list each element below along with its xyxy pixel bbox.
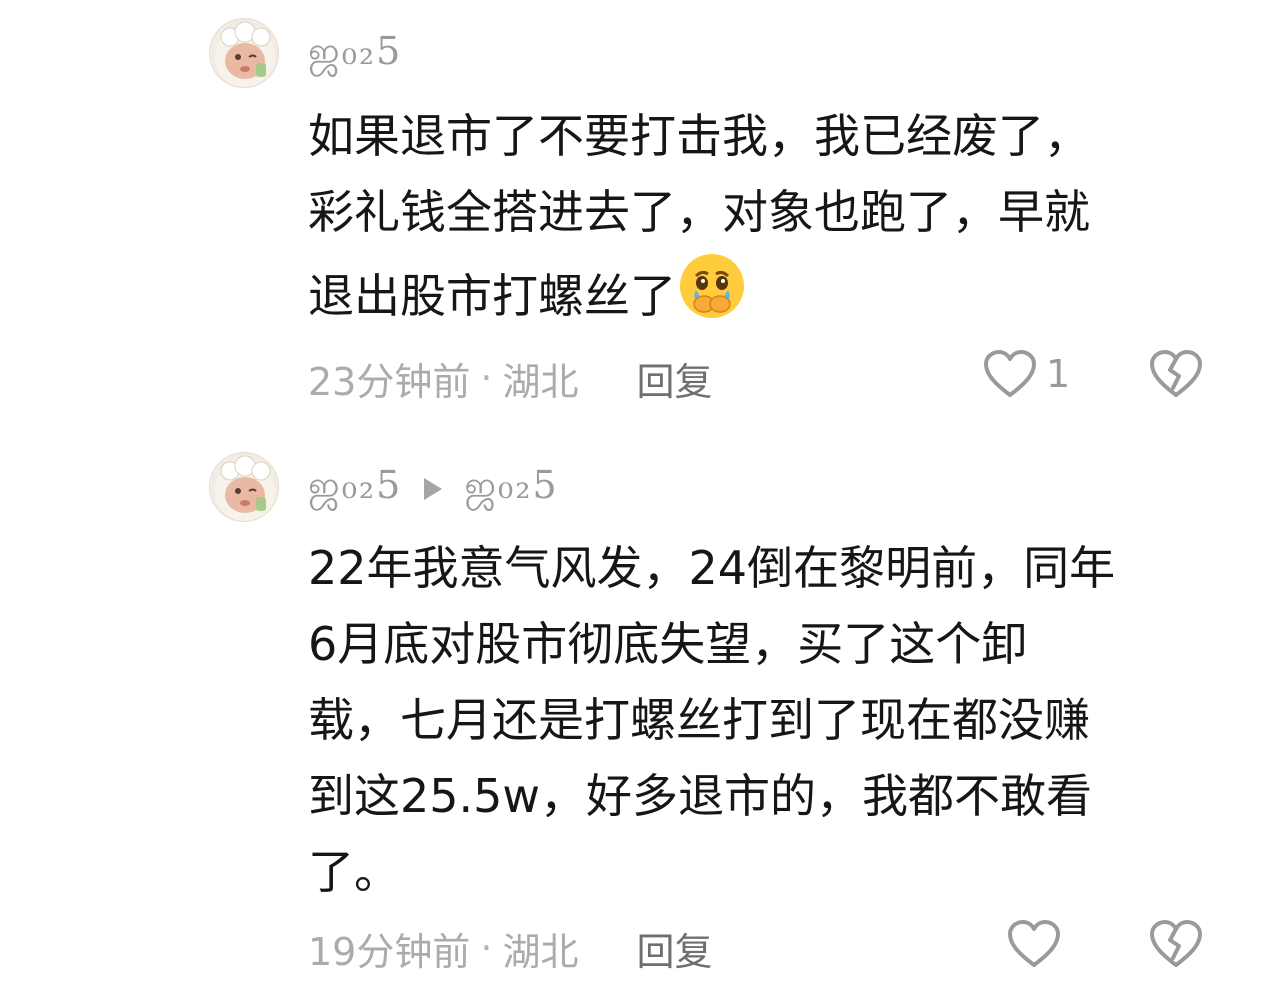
comment-text-line: 退出股市打螺丝了 <box>308 269 676 323</box>
timestamp: 23分钟前 <box>308 359 471 404</box>
separator-dot: · <box>480 356 493 400</box>
like-count: 1 <box>1046 352 1071 396</box>
avatar-image <box>215 455 275 521</box>
heart-icon <box>984 350 1036 397</box>
reply-button[interactable]: 回复 <box>636 351 712 406</box>
comment-meta: 19分钟前 · 湖北 回复 <box>308 922 712 974</box>
location: 湖北 <box>502 929 579 974</box>
avatar[interactable] <box>209 18 279 88</box>
username-row: ஜ₀₂5 ஜ₀₂5 <box>308 462 559 514</box>
username-row: ஜ₀₂5 <box>308 28 402 80</box>
broken-heart-icon <box>1150 350 1202 397</box>
reply-to-arrow-icon <box>424 478 443 500</box>
comment-text-line: 载，七月还是打螺丝打到了现在都没赚 <box>308 693 1090 747</box>
comment-text-line: 了。 <box>308 845 400 899</box>
comment-text-line: 彩礼钱全搭进去了，对象也跑了，早就 <box>308 185 1090 239</box>
avatar-image <box>215 21 275 87</box>
comment-text: 22年我意气风发，24倒在黎明前，同年 6月底对股市彻底失望，买了这个卸 载，七… <box>308 530 1115 910</box>
broken-heart-icon <box>1150 920 1202 967</box>
comment-text-line: 到这25.5w，好多退市的，我都不敢看 <box>308 769 1093 823</box>
location: 湖北 <box>502 359 579 404</box>
comment-text: 如果退市了不要打击我，我已经废了， 彩礼钱全搭进去了，对象也跑了，早就 退出股市… <box>308 98 1090 334</box>
crying-covering-mouth-emoji <box>676 250 748 322</box>
separator-dot: · <box>480 926 493 970</box>
like-button[interactable] <box>1006 918 1070 970</box>
comment-text-line: 6月底对股市彻底失望，买了这个卸 <box>308 617 1028 671</box>
like-button[interactable]: 1 <box>982 348 1070 400</box>
heart-icon <box>1008 920 1060 967</box>
timestamp: 19分钟前 <box>308 929 471 974</box>
username[interactable]: ஜ₀₂5 <box>308 29 402 79</box>
reply-to-username[interactable]: ஜ₀₂5 <box>464 463 558 513</box>
comment-meta: 23分钟前 · 湖北 回复 <box>308 352 712 404</box>
username[interactable]: ஜ₀₂5 <box>308 463 402 513</box>
avatar[interactable] <box>209 452 279 522</box>
comment-text-line: 22年我意气风发，24倒在黎明前，同年 <box>308 541 1116 595</box>
dislike-button[interactable] <box>1148 918 1204 974</box>
dislike-button[interactable] <box>1148 348 1204 404</box>
reply-button[interactable]: 回复 <box>636 921 712 976</box>
comment-text-line: 如果退市了不要打击我，我已经废了， <box>308 109 1090 163</box>
